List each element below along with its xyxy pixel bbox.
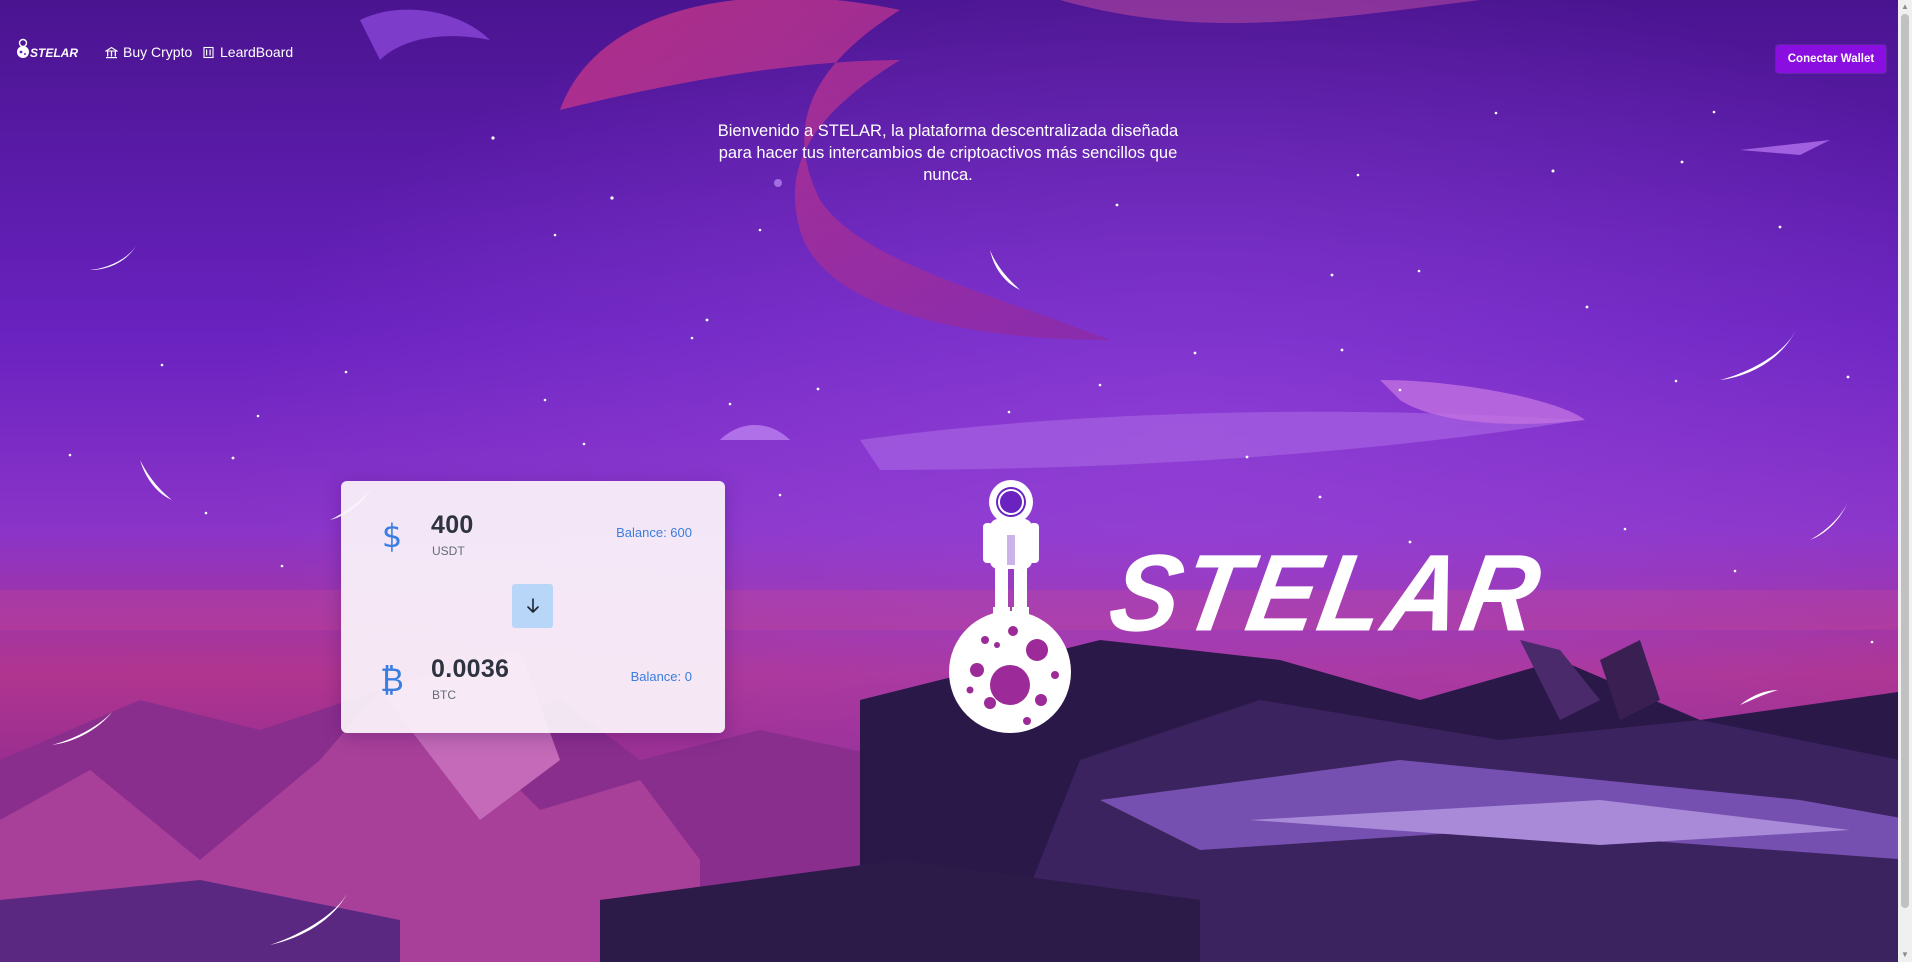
swap-card: $ 400 USDT Balance: 600 ₿ 0.0036 BTC Bal… [341, 481, 725, 733]
connect-wallet-button[interactable]: Conectar Wallet [1776, 45, 1886, 73]
swap-to-row[interactable]: ₿ 0.0036 BTC Balance: 0 [341, 651, 725, 711]
from-symbol: USDT [432, 544, 465, 558]
stelar-logo-icon: STELAR [17, 38, 78, 60]
top-navigation-bar: STELAR Buy Crypto LeardBoard Conectar Wa… [0, 0, 1898, 104]
nav-leaderboard[interactable]: LeardBoard [202, 42, 293, 62]
logo-wordmark: STELAR [30, 46, 78, 60]
scroll-up-icon[interactable]: ▲ [1898, 0, 1912, 14]
bitcoin-icon: ₿ [380, 661, 404, 699]
stelar-logo[interactable]: STELAR [14, 32, 80, 68]
arrow-down-icon [526, 598, 539, 613]
board-icon [203, 46, 214, 58]
dollar-icon: $ [381, 517, 403, 555]
to-balance: Balance: 0 [630, 669, 692, 684]
from-amount[interactable]: 400 [431, 511, 474, 540]
nav-buy-crypto-label: Buy Crypto [123, 44, 193, 60]
to-symbol: BTC [432, 688, 456, 702]
swap-direction-button[interactable] [512, 584, 553, 628]
welcome-tagline: Bienvenido a STELAR, la plataforma desce… [717, 122, 1179, 184]
from-balance: Balance: 600 [616, 525, 692, 540]
to-amount[interactable]: 0.0036 [431, 655, 509, 684]
nav-leaderboard-label: LeardBoard [220, 44, 294, 60]
scroll-down-icon[interactable]: ▼ [1898, 948, 1912, 962]
stelar-hero-title: STELAR [1101, 533, 1551, 655]
bank-icon [105, 46, 118, 58]
nav-buy-crypto[interactable]: Buy Crypto [105, 42, 192, 62]
page-scrollbar[interactable]: ▲ ▼ [1898, 0, 1912, 962]
scroll-thumb[interactable] [1901, 14, 1909, 908]
swap-from-row[interactable]: $ 400 USDT Balance: 600 [341, 507, 725, 567]
